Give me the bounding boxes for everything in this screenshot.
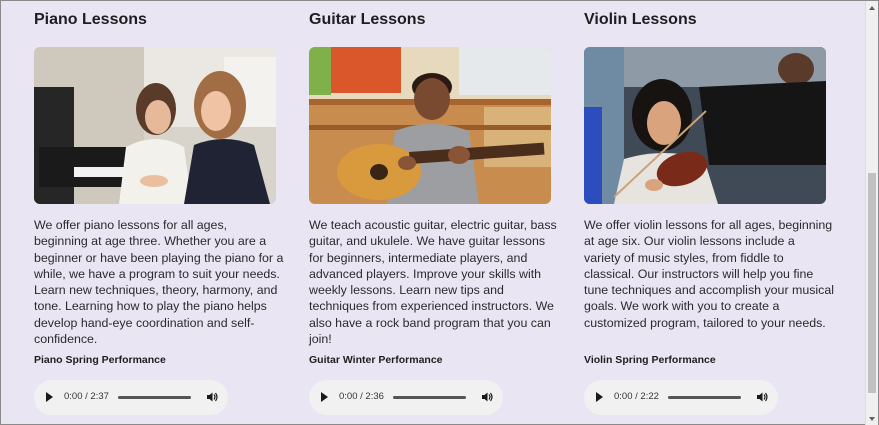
- violin-performance-label: Violin Spring Performance: [584, 354, 716, 366]
- guitar-lesson-photo: [309, 47, 551, 204]
- audio-time: 0:00 / 2:22: [614, 391, 659, 402]
- guitar-lesson-title: Guitar Lessons: [309, 11, 426, 28]
- guitar-performance-label: Guitar Winter Performance: [309, 354, 443, 366]
- play-icon[interactable]: [321, 392, 328, 402]
- piano-lesson-title: Piano Lessons: [34, 11, 147, 28]
- piano-audio-player[interactable]: 0:00 / 2:37: [34, 380, 228, 415]
- play-icon[interactable]: [596, 392, 603, 402]
- piano-lesson-image: [34, 47, 276, 204]
- volume-icon[interactable]: [206, 391, 218, 403]
- violin-lesson-photo: [584, 47, 826, 204]
- audio-progress-slider[interactable]: [393, 396, 466, 399]
- volume-icon[interactable]: [481, 391, 493, 403]
- piano-lesson-description: We offer piano lessons for all ages, beg…: [34, 218, 284, 347]
- violin-lesson-title: Violin Lessons: [584, 11, 697, 28]
- piano-lesson-photo: [34, 47, 276, 204]
- audio-progress-slider[interactable]: [118, 396, 191, 399]
- violin-lesson-image: [584, 47, 826, 204]
- vertical-scrollbar[interactable]: [865, 1, 878, 425]
- guitar-lesson-description: We teach acoustic guitar, electric guita…: [309, 218, 557, 347]
- scroll-down-arrow-icon[interactable]: [869, 417, 875, 421]
- guitar-audio-player[interactable]: 0:00 / 2:36: [309, 380, 503, 415]
- violin-audio-player[interactable]: 0:00 / 2:22: [584, 380, 778, 415]
- audio-time: 0:00 / 2:36: [339, 391, 384, 402]
- browser-viewport: Piano Lessons We offer piano lessons for…: [0, 0, 879, 425]
- lessons-section: Piano Lessons We offer piano lessons for…: [1, 1, 867, 425]
- audio-time: 0:00 / 2:37: [64, 391, 109, 402]
- audio-progress-slider[interactable]: [668, 396, 741, 399]
- scroll-up-arrow-icon[interactable]: [869, 6, 875, 10]
- piano-performance-label: Piano Spring Performance: [34, 354, 166, 366]
- violin-lesson-description: We offer violin lessons for all ages, be…: [584, 218, 835, 330]
- play-icon[interactable]: [46, 392, 53, 402]
- volume-icon[interactable]: [756, 391, 768, 403]
- scrollbar-thumb[interactable]: [868, 173, 876, 393]
- guitar-lesson-image: [309, 47, 551, 204]
